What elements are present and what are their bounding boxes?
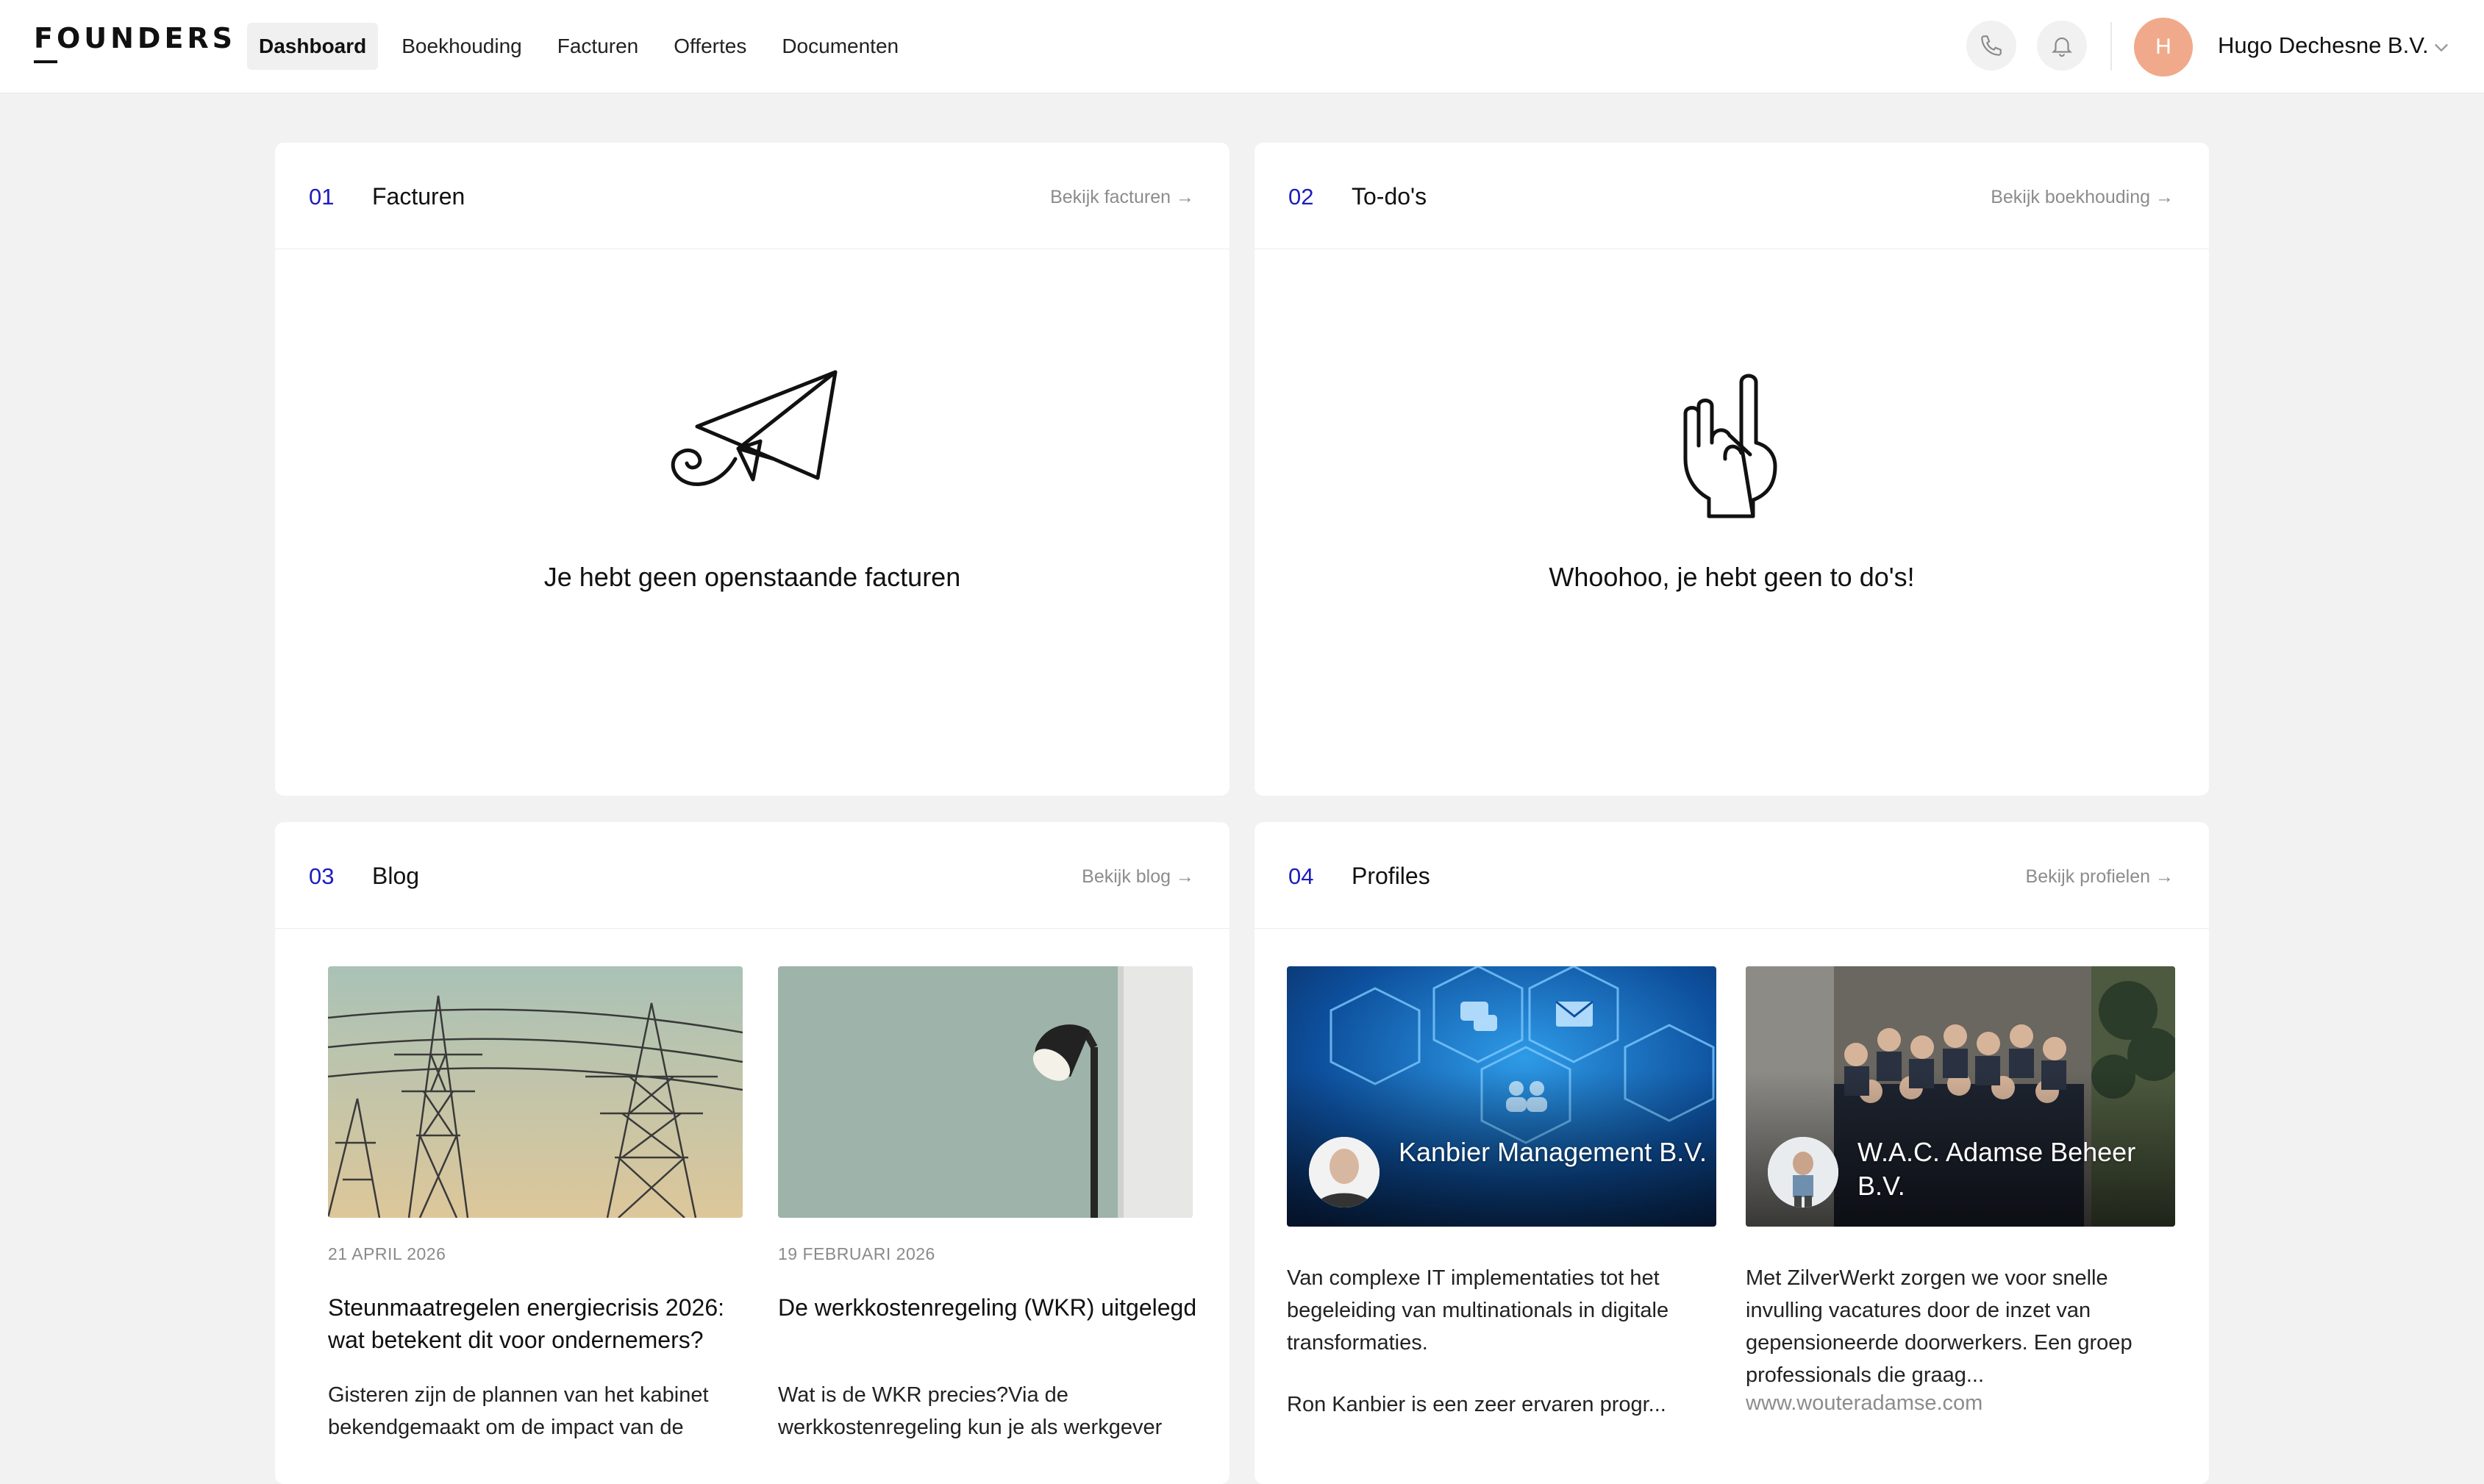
blog-post-excerpt: Wat is de WKR precies?Via de werkkostenr…: [778, 1383, 1163, 1439]
card-title: Facturen: [372, 183, 465, 210]
card-title: To-do's: [1352, 183, 1427, 210]
profile-avatar: [1768, 1137, 1838, 1207]
phone-icon: [1981, 35, 2002, 56]
paper-plane-icon: [671, 370, 838, 486]
card-number: 01: [309, 184, 335, 210]
profile-description: Met ZilverWerkt zorgen we voor snelle in…: [1746, 1266, 2133, 1387]
top-bar: FOUNDERS Dashboard Boekhouding Facturen …: [0, 0, 2484, 93]
card-title: Profiles: [1352, 863, 1430, 889]
profile-name: W.A.C. Adamse Beheer B.V.: [1857, 1137, 2136, 1201]
blog-post-date: 21 APRIL 2026: [328, 1244, 446, 1263]
lamp-image[interactable]: [778, 966, 1193, 1218]
blog-post-title[interactable]: Steunmaatregelen energiecrisis 2026: wat…: [328, 1291, 747, 1356]
view-profiles-link[interactable]: Bekijk profielen →: [2026, 866, 2174, 888]
phone-button[interactable]: [1966, 21, 2016, 71]
nav-item-documenten[interactable]: Documenten: [770, 23, 910, 70]
profile-card-adamse[interactable]: W.A.C. Adamse Beheer B.V.: [1746, 966, 2175, 1227]
view-invoices-link[interactable]: Bekijk facturen →: [1050, 187, 1194, 208]
card-number: 04: [1288, 863, 1314, 889]
company-name[interactable]: Hugo Dechesne B.V.: [2218, 32, 2429, 59]
founders-logo[interactable]: FOUNDERS: [34, 22, 236, 54]
view-bookkeeping-link[interactable]: Bekijk boekhouding →: [1991, 187, 2174, 208]
card-number: 02: [1288, 184, 1314, 210]
nav-item-offertes[interactable]: Offertes: [662, 23, 758, 70]
logo-underline: [34, 60, 57, 63]
card-title: Blog: [372, 863, 420, 889]
card-header: 04 Profiles Bekijk profielen →: [1255, 822, 2209, 929]
avatar[interactable]: H: [2134, 18, 2193, 76]
chevron-down-icon[interactable]: [2431, 37, 2452, 57]
rock-hand-icon: [1683, 374, 1777, 518]
blog-post-title[interactable]: De werkkostenregeling (WKR) uitgelegd: [778, 1291, 1197, 1324]
blog-post-date: 19 FEBRUARI 2026: [778, 1244, 935, 1263]
notifications-button[interactable]: [2037, 21, 2087, 71]
nav-item-boekhouding[interactable]: Boekhouding: [390, 23, 533, 70]
todos-card: 02 To-do's Bekijk boekhouding → Whoohoo,…: [1255, 143, 2209, 796]
card-number: 03: [309, 863, 335, 889]
card-header: 03 Blog Bekijk blog →: [275, 822, 1229, 929]
card-header: 02 To-do's Bekijk boekhouding →: [1255, 143, 2209, 249]
empty-invoices-message: Je hebt geen openstaande facturen: [543, 562, 961, 592]
view-blog-link[interactable]: Bekijk blog →: [1082, 866, 1194, 888]
empty-todos-message: Whoohoo, je hebt geen to do's!: [1549, 562, 1915, 592]
profile-card-kanbier[interactable]: Kanbier Management B.V.: [1287, 966, 1716, 1227]
profiles-card: 04 Profiles Bekijk profielen → Kanbier M…: [1255, 822, 2209, 1484]
power-lines-image[interactable]: [328, 966, 743, 1218]
blog-post-excerpt: Gisteren zijn de plannen van het kabinet…: [328, 1383, 709, 1439]
bell-icon: [2052, 38, 2072, 57]
facturen-card: 01 Facturen Bekijk facturen → Je hebt ge…: [275, 143, 1229, 796]
profile-avatar: [1309, 1137, 1380, 1207]
profile-description: Van complexe IT implementaties tot het b…: [1287, 1266, 1669, 1355]
header-divider: [2110, 22, 2112, 71]
profile-website-link[interactable]: www.wouteradamse.com: [1746, 1391, 1982, 1416]
nav-item-dashboard[interactable]: Dashboard: [247, 23, 379, 70]
profile-extra: Ron Kanbier is een zeer ervaren progr...: [1287, 1393, 1666, 1416]
main-nav: Dashboard Boekhouding Facturen Offertes …: [247, 23, 922, 70]
card-header: 01 Facturen Bekijk facturen →: [275, 143, 1229, 249]
blog-card: 03 Blog Bekijk blog → 21 APRIL 2026 Steu…: [275, 822, 1229, 1484]
profile-name: Kanbier Management B.V.: [1399, 1137, 1707, 1167]
nav-item-facturen[interactable]: Facturen: [546, 23, 651, 70]
